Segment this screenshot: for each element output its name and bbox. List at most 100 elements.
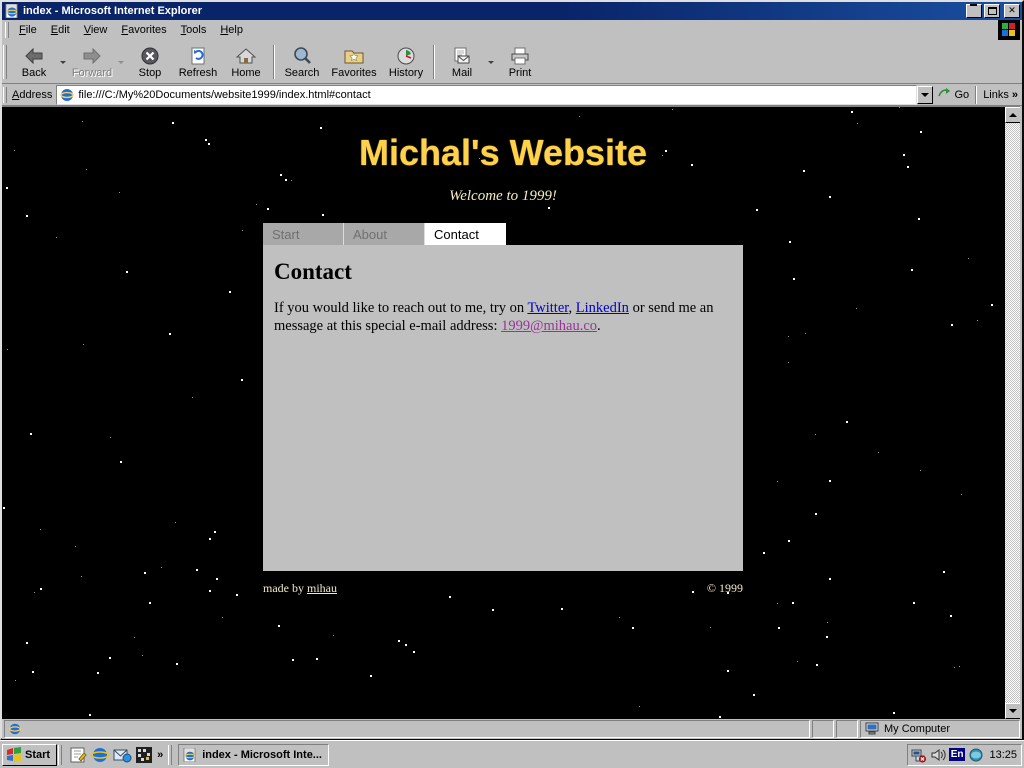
history-label: History [388,67,424,79]
address-bar: Address file:///C:/My%20Documents/websit… [2,84,1022,106]
status-progress-panel [812,720,834,738]
author-link[interactable]: mihau [307,581,337,595]
mail-button[interactable]: Mail [438,42,486,82]
computer-icon [864,722,880,736]
refresh-button[interactable]: Refresh [174,42,222,82]
toolbar-separator-2 [433,45,435,79]
scroll-up-button[interactable] [1005,107,1020,123]
scroll-down-button[interactable] [1005,703,1020,719]
footer-credit-prefix: made by [263,581,307,595]
ie-document-icon [182,747,198,762]
task-button-index[interactable]: index - Microsoft Inte... [178,743,329,766]
twitter-link[interactable]: Twitter [527,300,568,316]
mail-group[interactable]: Mail [438,42,496,82]
language-indicator[interactable]: En [948,748,966,761]
linkedin-link[interactable]: LinkedIn [576,300,629,316]
toolbar-grip[interactable] [3,45,7,79]
forward-dropdown-caret-icon [118,60,124,64]
go-button[interactable]: Go [936,87,976,103]
footer-copyright: © 1999 [706,581,743,595]
ie-animated-logo-icon [998,20,1020,40]
back-label: Back [21,67,47,79]
site-tab-strip: Start About Contact [263,223,743,245]
clock[interactable]: 13:25 [987,749,1017,761]
menu-tools[interactable]: Tools [174,22,214,39]
refresh-label: Refresh [178,67,218,79]
scrollbar-track[interactable] [1005,123,1020,703]
quick-launch-bar: » [65,744,167,766]
addressbar-grip[interactable] [3,86,7,103]
address-input[interactable]: file:///C:/My%20Documents/website1999/in… [56,84,917,105]
show-desktop-icon[interactable] [68,745,88,765]
history-clock-icon [396,45,416,67]
paragraph-separator: , [568,300,576,316]
print-label: Print [508,67,532,79]
tab-about-label: About [353,226,387,242]
arrow-up-icon [1009,113,1017,117]
tab-about[interactable]: About [344,223,425,245]
print-button[interactable]: Print [496,42,544,82]
back-arrow-icon [22,45,46,67]
menu-favorites[interactable]: Favorites [114,22,173,39]
start-label: Start [25,748,51,761]
status-ie-icon [8,722,22,736]
taskbar: Start » index - Microsoft Inte... En 13:… [0,740,1024,768]
email-link[interactable]: 1999@mihau.co [501,318,597,334]
links-label: Links [983,88,1009,101]
ie-document-icon [4,3,20,19]
menubar-grip[interactable] [5,22,9,38]
internet-explorer-icon[interactable] [90,745,110,765]
refresh-icon [188,45,208,67]
chevron-down-icon [920,92,929,97]
search-label: Search [284,67,320,79]
favorites-button[interactable]: Favorites [326,42,382,82]
status-message-panel [4,720,810,738]
outlook-express-icon[interactable] [112,745,132,765]
vertical-scrollbar[interactable] [1004,107,1020,719]
back-group[interactable]: Back [10,42,68,82]
back-button[interactable]: Back [10,42,58,82]
menu-bar: File Edit View Favorites Tools Help [2,20,1022,40]
menu-edit[interactable]: Edit [44,22,77,39]
display-icon[interactable] [968,747,984,763]
mail-dropdown-caret-icon[interactable] [488,60,494,64]
stop-button[interactable]: Stop [126,42,174,82]
security-zone-panel: My Computer [860,720,1020,738]
content-paragraph: If you would like to reach out to me, tr… [274,299,732,335]
menu-view[interactable]: View [77,22,115,39]
menu-help[interactable]: Help [213,22,250,39]
forward-group: Forward [68,42,126,82]
history-button[interactable]: History [382,42,430,82]
tab-start[interactable]: Start [263,223,344,245]
menu-file[interactable]: File [12,22,44,39]
forward-arrow-icon [80,45,104,67]
restore-button[interactable] [984,4,1000,18]
start-button[interactable]: Start [2,743,58,766]
stop-icon [140,45,160,67]
home-icon [235,45,257,67]
network-icon[interactable] [911,747,927,763]
tab-contact-label: Contact [434,226,479,242]
close-button[interactable]: ✕ [1004,4,1020,18]
minimize-button[interactable] [966,4,982,18]
home-button[interactable]: Home [222,42,270,82]
status-extra-panel [836,720,858,738]
volume-icon[interactable] [930,747,946,763]
home-label: Home [231,67,261,79]
back-dropdown-caret-icon[interactable] [60,60,66,64]
page-favicon-icon [59,87,75,103]
search-icon [292,45,312,67]
forward-button: Forward [68,42,116,82]
taskbar-grip-2[interactable] [168,744,173,765]
links-button[interactable]: Links » [977,89,1022,101]
stop-label: Stop [138,67,162,79]
quicklaunch-chevron-icon[interactable]: » [157,749,163,761]
media-player-icon[interactable] [134,745,154,765]
menubar-right [998,20,1022,40]
close-icon: ✕ [1008,4,1016,15]
tab-contact[interactable]: Contact [425,223,506,245]
address-dropdown-button[interactable] [916,85,933,104]
task-button-label: index - Microsoft Inte... [202,748,322,761]
taskbar-grip-1[interactable] [58,744,63,765]
search-button[interactable]: Search [278,42,326,82]
